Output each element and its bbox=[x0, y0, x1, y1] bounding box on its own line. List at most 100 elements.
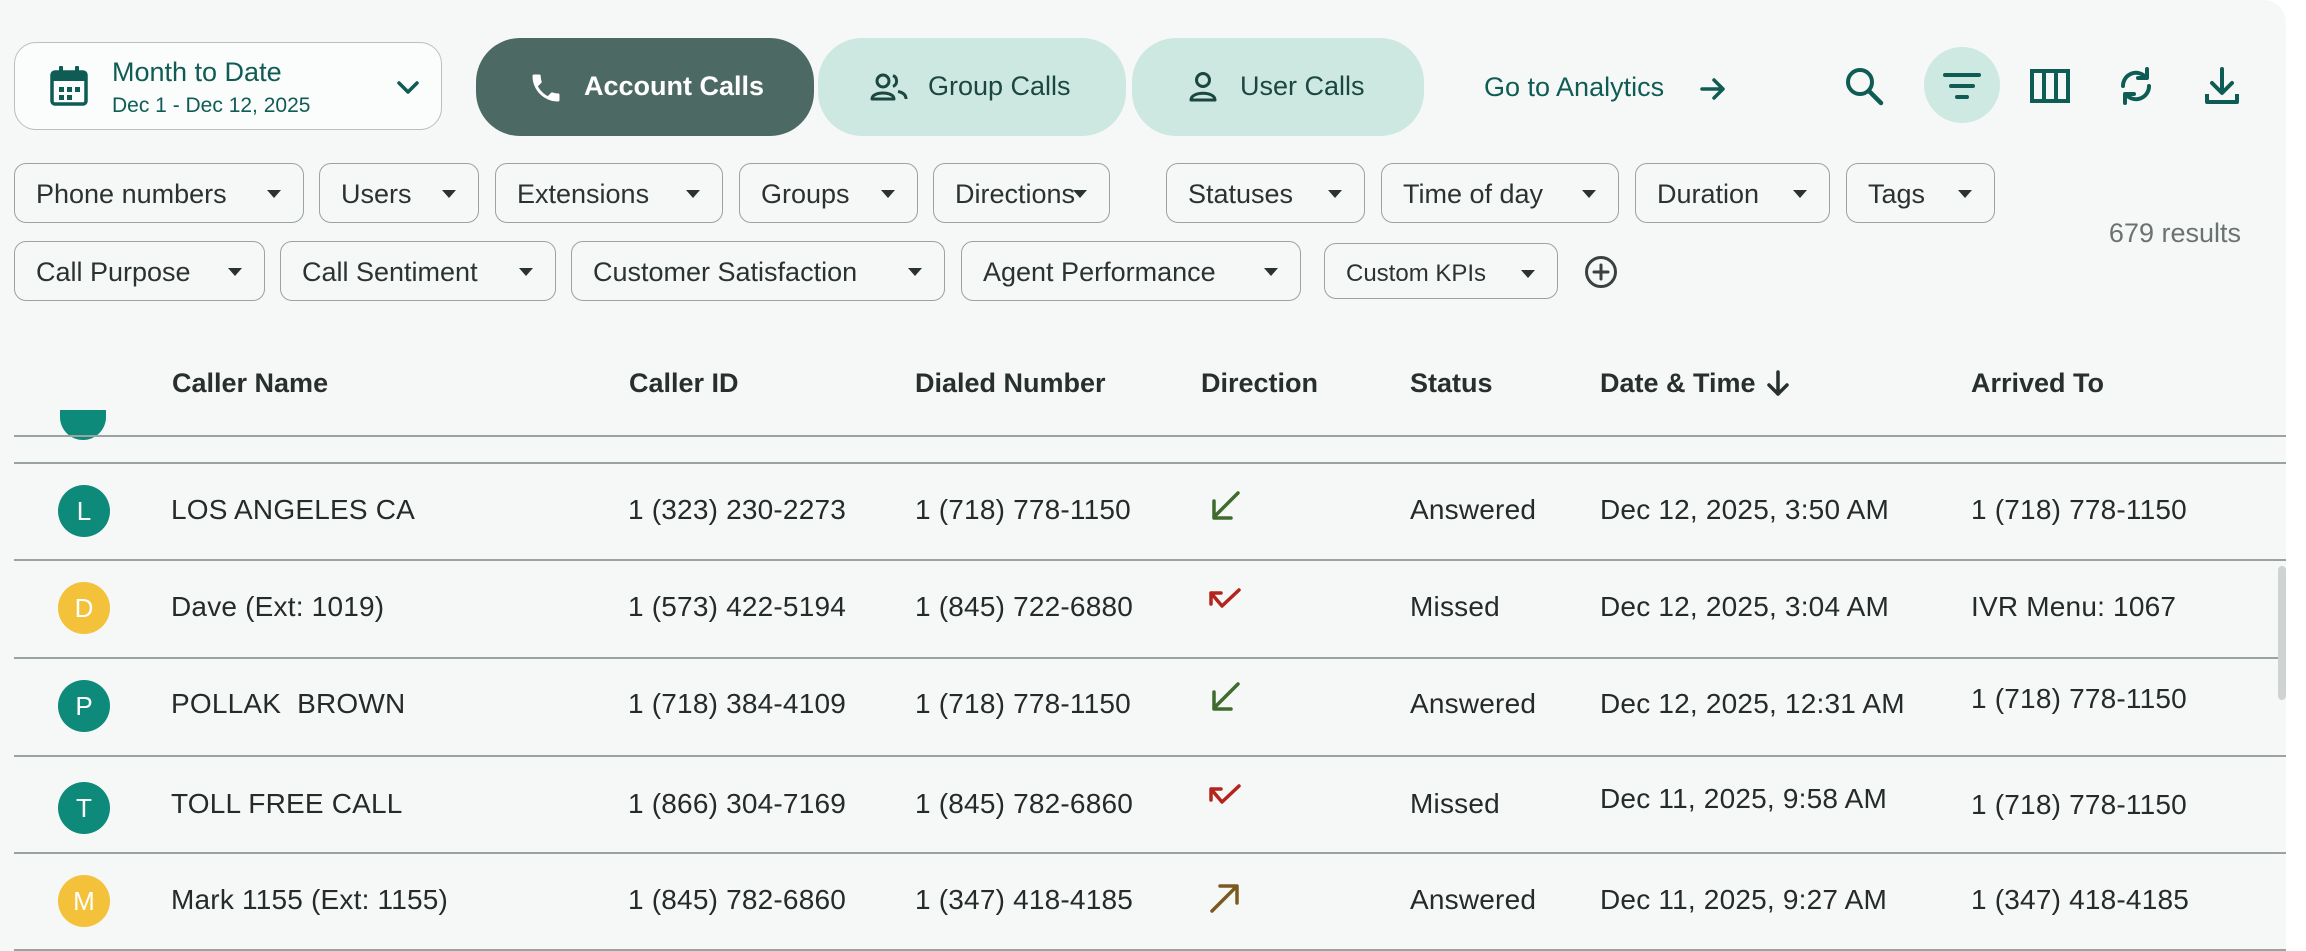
filter-extensions[interactable]: Extensions bbox=[495, 163, 723, 223]
filter-label: Groups bbox=[761, 179, 850, 209]
chevron-down-icon bbox=[393, 73, 423, 108]
scrollbar-thumb[interactable] bbox=[2278, 566, 2286, 700]
caller-id: 1 (573) 422-5194 bbox=[628, 591, 847, 622]
call-status: Answered bbox=[1410, 688, 1537, 719]
column-dialed-number[interactable]: Dialed Number bbox=[915, 368, 1106, 399]
call-status: Answered bbox=[1410, 884, 1537, 915]
refresh-icon[interactable] bbox=[2114, 64, 2158, 108]
filter-label: Statuses bbox=[1188, 179, 1294, 209]
arrived-to: 1 (718) 778-1150 bbox=[1971, 789, 2187, 820]
missed-call-icon bbox=[1205, 582, 1245, 623]
column-caller-name[interactable]: Caller Name bbox=[172, 368, 328, 399]
call-datetime: Dec 11, 2025, 9:58 AM bbox=[1600, 783, 1887, 814]
dropdown-arrow-icon bbox=[442, 190, 456, 198]
row-divider bbox=[14, 949, 2286, 951]
download-icon[interactable] bbox=[2200, 64, 2244, 108]
table-row[interactable]: M Mark 1155 (Ext: 1155) 1 (845) 782-6860… bbox=[14, 853, 2286, 949]
dropdown-arrow-icon bbox=[1521, 270, 1535, 278]
column-status[interactable]: Status bbox=[1410, 368, 1493, 399]
go-to-analytics-link[interactable]: Go to Analytics bbox=[1484, 72, 1664, 103]
dialed-number: 1 (718) 778-1150 bbox=[915, 494, 1131, 525]
call-datetime: Dec 11, 2025, 9:27 AM bbox=[1600, 884, 1887, 915]
filter-tags[interactable]: Tags bbox=[1846, 163, 1995, 223]
dropdown-arrow-icon bbox=[1073, 190, 1087, 198]
filter-label: Duration bbox=[1657, 179, 1760, 209]
dialed-number: 1 (845) 782-6860 bbox=[915, 788, 1134, 819]
filter-call-purpose[interactable]: Call Purpose bbox=[14, 241, 265, 301]
caller-id: 1 (866) 304-7169 bbox=[628, 788, 847, 819]
call-status: Answered bbox=[1410, 494, 1537, 525]
filter-custom-kpis[interactable]: Custom KPIs bbox=[1324, 243, 1558, 299]
calendar-icon bbox=[49, 65, 89, 112]
filter-label: Customer Satisfaction bbox=[593, 257, 858, 287]
filter-statuses[interactable]: Statuses bbox=[1166, 163, 1365, 223]
caller-id: 1 (845) 782-6860 bbox=[628, 884, 847, 915]
dropdown-arrow-icon bbox=[228, 268, 242, 276]
caller-name: Dave (Ext: 1019) bbox=[171, 591, 385, 622]
dropdown-arrow-icon bbox=[519, 268, 533, 276]
filter-icon[interactable] bbox=[1940, 64, 1984, 108]
arrived-to: IVR Menu: 1067 bbox=[1971, 591, 2177, 622]
filter-directions[interactable]: Directions bbox=[933, 163, 1110, 223]
filter-label: Tags bbox=[1868, 179, 1926, 209]
filter-time-of-day[interactable]: Time of day bbox=[1381, 163, 1619, 223]
add-filter-icon[interactable] bbox=[1583, 254, 1619, 295]
table-row[interactable]: L LOS ANGELES CA 1 (323) 230-2273 1 (718… bbox=[14, 463, 2286, 559]
search-icon[interactable] bbox=[1842, 64, 1886, 108]
group-icon bbox=[870, 72, 908, 107]
inbound-call-icon bbox=[1205, 487, 1245, 532]
dropdown-arrow-icon bbox=[267, 190, 281, 198]
columns-icon[interactable] bbox=[2028, 64, 2072, 108]
tab-group-calls[interactable]: Group Calls bbox=[818, 38, 1126, 136]
filter-customer-satisfaction[interactable]: Customer Satisfaction bbox=[571, 241, 945, 301]
call-datetime: Dec 12, 2025, 3:50 AM bbox=[1600, 494, 1890, 525]
tab-user-calls-label: User Calls bbox=[1240, 71, 1365, 101]
filter-label: Call Purpose bbox=[36, 257, 191, 287]
avatar: L bbox=[58, 485, 110, 537]
column-arrived-to[interactable]: Arrived To bbox=[1971, 368, 2104, 399]
table-row[interactable]: D Dave (Ext: 1019) 1 (573) 422-5194 1 (8… bbox=[14, 560, 2286, 656]
date-range-dates: Dec 1 - Dec 12, 2025 bbox=[112, 94, 311, 117]
tab-user-calls[interactable]: User Calls bbox=[1132, 38, 1424, 136]
tab-account-calls[interactable]: Account Calls bbox=[476, 38, 814, 136]
header-divider bbox=[14, 435, 2286, 437]
table-row[interactable]: T TOLL FREE CALL 1 (866) 304-7169 1 (845… bbox=[14, 756, 2286, 852]
caller-id: 1 (718) 384-4109 bbox=[628, 688, 847, 719]
inbound-call-icon bbox=[1205, 678, 1245, 723]
dialed-number: 1 (718) 778-1150 bbox=[915, 688, 1131, 719]
dropdown-arrow-icon bbox=[686, 190, 700, 198]
column-direction[interactable]: Direction bbox=[1201, 368, 1318, 399]
dropdown-arrow-icon bbox=[1328, 190, 1342, 198]
column-date-time[interactable]: Date & Time bbox=[1600, 368, 1756, 399]
filter-phone-numbers[interactable]: Phone numbers bbox=[14, 163, 304, 223]
outbound-call-icon bbox=[1205, 877, 1245, 922]
phone-icon bbox=[528, 70, 564, 111]
filter-label: Agent Performance bbox=[983, 257, 1216, 287]
arrived-to: 1 (718) 778-1150 bbox=[1971, 683, 2187, 714]
filter-groups[interactable]: Groups bbox=[739, 163, 918, 223]
missed-call-icon bbox=[1205, 778, 1245, 819]
arrow-down-icon[interactable] bbox=[1764, 369, 1792, 404]
arrow-right-icon bbox=[1698, 74, 1728, 109]
call-status: Missed bbox=[1410, 591, 1500, 622]
dropdown-arrow-icon bbox=[1582, 190, 1596, 198]
avatar: M bbox=[58, 875, 110, 927]
call-datetime: Dec 12, 2025, 3:04 AM bbox=[1600, 591, 1890, 622]
date-range-picker[interactable]: Month to Date Dec 1 - Dec 12, 2025 bbox=[14, 42, 442, 130]
table-row[interactable]: P POLLAK BROWN 1 (718) 384-4109 1 (718) … bbox=[14, 658, 2286, 754]
column-caller-id[interactable]: Caller ID bbox=[629, 368, 739, 399]
dialed-number: 1 (347) 418-4185 bbox=[915, 884, 1134, 915]
filter-label: Custom KPIs bbox=[1346, 260, 1487, 287]
table-header: Caller Name Caller ID Dialed Number Dire… bbox=[14, 324, 2286, 436]
arrived-to: 1 (718) 778-1150 bbox=[1971, 494, 2187, 525]
filter-call-sentiment[interactable]: Call Sentiment bbox=[280, 241, 556, 301]
caller-name: POLLAK BROWN bbox=[171, 688, 406, 719]
avatar: D bbox=[58, 582, 110, 634]
dropdown-arrow-icon bbox=[1264, 268, 1278, 276]
filter-agent-performance[interactable]: Agent Performance bbox=[961, 241, 1301, 301]
filter-users[interactable]: Users bbox=[319, 163, 479, 223]
call-status: Missed bbox=[1410, 788, 1500, 819]
caller-name: LOS ANGELES CA bbox=[171, 494, 416, 525]
dropdown-arrow-icon bbox=[1793, 190, 1807, 198]
filter-duration[interactable]: Duration bbox=[1635, 163, 1830, 223]
